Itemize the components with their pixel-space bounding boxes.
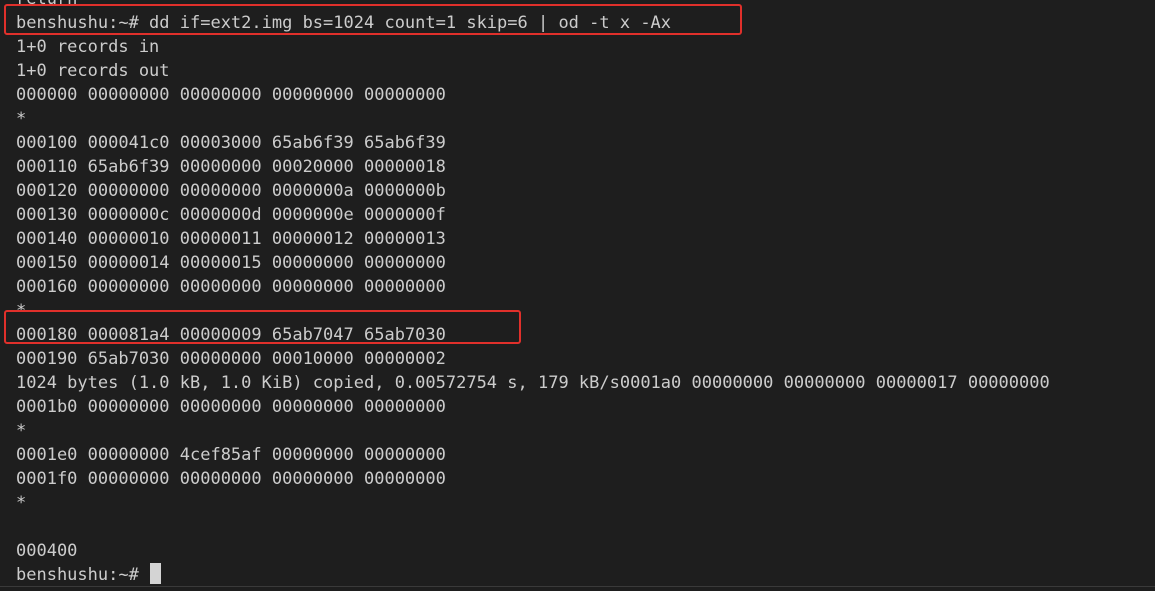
hexdump-row: 000150 00000014 00000015 00000000 000000… bbox=[16, 253, 446, 273]
output-line: return bbox=[16, 0, 1050, 11]
shell-prompt: benshushu:~# bbox=[16, 565, 150, 585]
hexdump-row: 000110 65ab6f39 00000000 00020000 000000… bbox=[16, 157, 446, 177]
command-line: benshushu:~# dd if=ext2.img bs=1024 coun… bbox=[16, 13, 672, 33]
hexdump-row: 0001f0 00000000 00000000 00000000 000000… bbox=[16, 469, 446, 489]
terminal-window[interactable]: return benshushu:~# dd if=ext2.img bs=10… bbox=[0, 0, 1155, 591]
hexdump-row: 0001e0 00000000 4cef85af 00000000 000000… bbox=[16, 445, 446, 465]
prompt-line[interactable]: benshushu:~# bbox=[16, 563, 1050, 587]
output-line: 1+0 records in bbox=[16, 37, 160, 57]
hexdump-row-highlighted: 000180 000081a4 00000009 65ab7047 65ab70… bbox=[16, 325, 446, 345]
text-cursor bbox=[150, 563, 162, 584]
hexdump-repeat-marker: * bbox=[16, 109, 27, 129]
hexdump-repeat-marker: * bbox=[16, 421, 27, 441]
hexdump-row: 000140 00000010 00000011 00000012 000000… bbox=[16, 229, 446, 249]
hexdump-row: 000190 65ab7030 00000000 00010000 000000… bbox=[16, 349, 446, 369]
dd-summary-line: 1024 bytes (1.0 kB, 1.0 KiB) copied, 0.0… bbox=[16, 373, 1050, 393]
bottom-divider bbox=[0, 586, 1155, 587]
hexdump-row: 000130 0000000c 0000000d 0000000e 000000… bbox=[16, 205, 446, 225]
hexdump-repeat-marker: * bbox=[16, 301, 27, 321]
terminal-output: return benshushu:~# dd if=ext2.img bs=10… bbox=[16, 0, 1050, 587]
hexdump-row: 000160 00000000 00000000 00000000 000000… bbox=[16, 277, 446, 297]
hexdump-repeat-marker: * bbox=[16, 493, 27, 513]
hexdump-end-offset: 000400 bbox=[16, 541, 78, 561]
hexdump-row: 0001b0 00000000 00000000 00000000 000000… bbox=[16, 397, 446, 417]
hexdump-row: 000000 00000000 00000000 00000000 000000… bbox=[16, 85, 446, 105]
output-line: 1+0 records out bbox=[16, 61, 170, 81]
hexdump-row: 000100 000041c0 00003000 65ab6f39 65ab6f… bbox=[16, 133, 446, 153]
hexdump-row: 000120 00000000 00000000 0000000a 000000… bbox=[16, 181, 446, 201]
